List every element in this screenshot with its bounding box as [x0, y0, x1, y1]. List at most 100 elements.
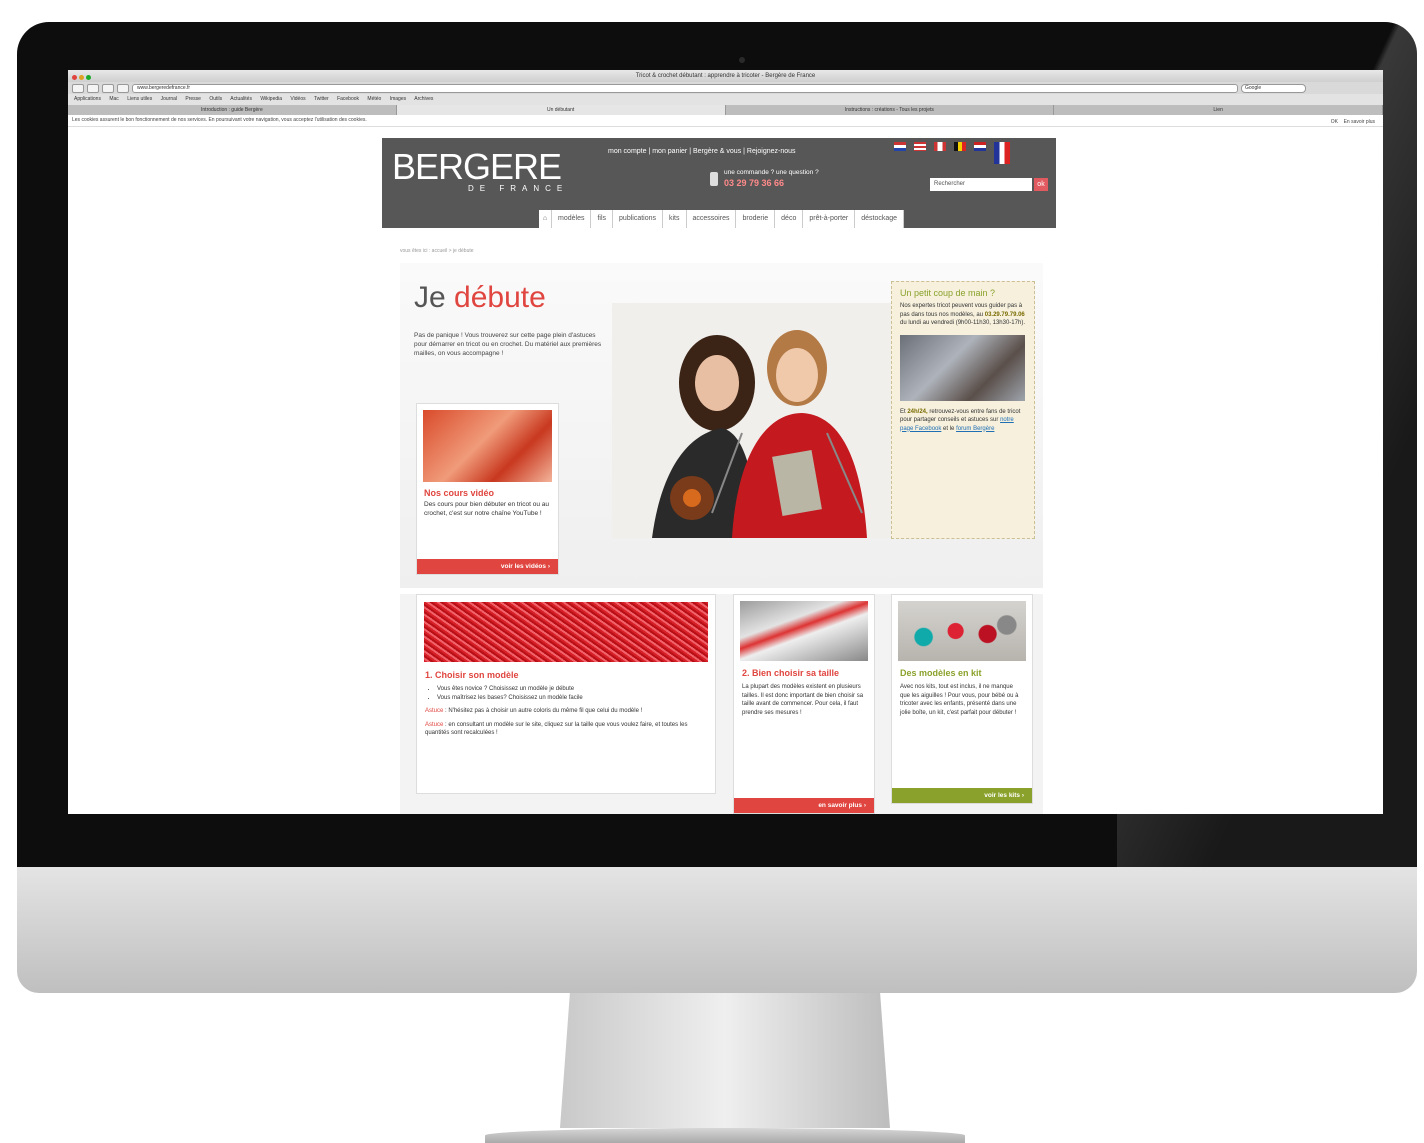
forum-link[interactable]: forum Bergère — [956, 426, 994, 432]
bookmark[interactable]: Météo — [367, 96, 381, 102]
cookie-notice-text: Les cookies assurent le bon fonctionneme… — [72, 117, 367, 123]
red-yarn-image — [424, 602, 708, 662]
page-title-part: Je — [414, 281, 446, 314]
card-list: Vous êtes novice ? Choisissez un modèle … — [425, 685, 707, 702]
bookmark[interactable]: Mac — [109, 96, 118, 102]
home-icon[interactable]: ⌂ — [539, 210, 552, 228]
bookmark[interactable]: Actualités — [230, 96, 252, 102]
nav-item[interactable]: déstockage — [855, 210, 905, 228]
cookie-actions: OK En savoir plus — [1331, 117, 1375, 128]
camera-icon — [739, 57, 745, 63]
zoom-window-icon[interactable] — [86, 75, 91, 80]
language-flags — [894, 142, 1010, 164]
bookmark[interactable]: Facebook — [337, 96, 359, 102]
nav-item[interactable]: prêt-à-porter — [803, 210, 856, 228]
site-search-input[interactable]: Rechercher — [930, 178, 1032, 191]
flag-fr-icon[interactable] — [994, 142, 1010, 164]
minimize-window-icon[interactable] — [79, 75, 84, 80]
phone-icon — [710, 172, 718, 186]
site-logo[interactable]: BERGERE — [392, 149, 562, 185]
cards-section: 1. Choisir son modèle Vous êtes novice ?… — [400, 594, 1043, 814]
browser-search-field[interactable]: Google — [1241, 83, 1306, 93]
card-title: Des modèles en kit — [900, 668, 982, 678]
list-item[interactable]: Vous maîtrisez les bases? Choisissez un … — [437, 694, 707, 703]
flag-ca-icon[interactable] — [934, 142, 946, 151]
see-videos-button[interactable]: voir les vidéos › — [417, 559, 558, 574]
bookmark[interactable]: Archives — [414, 96, 433, 102]
tip-text: : N'hésitez pas à choisir un autre color… — [445, 708, 643, 714]
bookmark[interactable]: Outils — [209, 96, 222, 102]
help-card-text: Nos expertes tricot peuvent vous guider … — [900, 302, 1026, 328]
video-card-text: Des cours pour bien débuter en tricot ou… — [424, 501, 550, 517]
bookmark[interactable]: Vidéos — [290, 96, 305, 102]
help-team-photo — [900, 334, 1025, 401]
nav-item[interactable]: broderie — [736, 210, 776, 228]
nav-item[interactable]: fils — [591, 210, 614, 228]
nav-item[interactable]: déco — [775, 210, 804, 228]
browser-tab[interactable]: Lien — [1054, 105, 1383, 115]
breadcrumb[interactable]: vous êtes ici : accueil > je débute — [400, 248, 474, 254]
video-thumbnail[interactable] — [423, 410, 552, 482]
window-title: Tricot & crochet débutant : apprendre à … — [635, 73, 816, 79]
screen: Tricot & crochet débutant : apprendre à … — [68, 70, 1383, 814]
site-search-button[interactable]: ok — [1034, 178, 1048, 191]
phone-number: 03 29 79 36 66 — [724, 178, 785, 188]
browser-toolbar: www.bergeredefrance.fr Google — [68, 82, 1383, 94]
bookmarks-bar: Applications Mac Liens utiles Journal Pr… — [68, 94, 1383, 105]
nav-item[interactable]: kits — [663, 210, 687, 228]
flag-nl-icon[interactable] — [974, 142, 986, 151]
browser-tabs: Introduction : guide Bergère Un débutant… — [68, 105, 1383, 115]
help-phone: 03.29.79.79.06 — [984, 311, 1025, 318]
nav-item[interactable]: accessoires — [687, 210, 737, 228]
url-bar[interactable]: www.bergeredefrance.fr — [132, 83, 1238, 93]
measuring-tape-image — [740, 601, 868, 661]
card-title: 2. Bien choisir sa taille — [742, 668, 840, 678]
tip-label: Astuce — [425, 721, 444, 728]
bookmark[interactable]: Twitter — [314, 96, 329, 102]
browser-tab[interactable]: Introduction : guide Bergère — [68, 105, 397, 115]
phone-contact: une commande ? une question ? 03 29 79 3… — [710, 168, 819, 188]
bookmark[interactable]: Wikipedia — [260, 96, 282, 102]
cookie-more-link[interactable]: En savoir plus — [1344, 119, 1375, 125]
bookmark[interactable]: Images — [390, 96, 406, 102]
main-nav: ⌂ modèles fils publications kits accesso… — [539, 210, 905, 228]
share-button[interactable] — [102, 83, 114, 93]
help-year: 24h/24, — [907, 408, 928, 415]
learn-more-button[interactable]: en savoir plus › — [734, 798, 874, 813]
tip-1: Astuce : N'hésitez pas à choisir un autr… — [425, 707, 707, 716]
nav-item[interactable]: modèles — [552, 210, 592, 228]
tip-2: Astuce : en consultant un modèle sur le … — [425, 721, 707, 738]
browser-tab[interactable]: Instructions : créations - Tous les proj… — [726, 105, 1055, 115]
page-title: Je débute — [414, 281, 546, 315]
window-titlebar: Tricot & crochet débutant : apprendre à … — [68, 70, 1383, 82]
flag-be-icon[interactable] — [954, 142, 966, 151]
help-card: Un petit coup de main ? Nos expertes tri… — [891, 281, 1035, 539]
tip-label: Astuce — [425, 708, 444, 714]
card-text: Avec nos kits, tout est inclus, il ne ma… — [900, 684, 1019, 716]
website: BERGERE DE FRANCE mon compte | mon panie… — [382, 138, 1056, 814]
bookmark[interactable]: Liens utiles — [127, 96, 152, 102]
list-item[interactable]: Vous êtes novice ? Choisissez un modèle … — [437, 685, 707, 694]
bookmark[interactable]: Journal — [161, 96, 177, 102]
phone-label: une commande ? une question ? — [724, 169, 819, 176]
see-kits-button[interactable]: voir les kits › — [892, 788, 1032, 803]
bookmark[interactable]: Applications — [74, 96, 101, 102]
close-window-icon[interactable] — [72, 75, 77, 80]
tip-text: : en consultant un modèle sur le site, c… — [425, 721, 688, 737]
hero-section: Je débute Pas de panique ! Vous trouvere… — [400, 263, 1043, 588]
site-header: BERGERE DE FRANCE mon compte | mon panie… — [382, 138, 1056, 228]
kits-card: Des modèles en kit Avec nos kits, tout e… — [891, 594, 1033, 804]
account-links[interactable]: mon compte | mon panier | Bergère & vous… — [608, 148, 796, 155]
bookmark[interactable]: Presse — [185, 96, 201, 102]
window-controls — [72, 73, 93, 85]
help-text-part: du lundi au vendredi (9h00-11h30, 13h30-… — [900, 320, 1025, 326]
cookie-ok-button[interactable]: OK — [1331, 119, 1338, 125]
cookie-notice: Les cookies assurent le bon fonctionneme… — [68, 115, 1383, 127]
flag-us-icon[interactable] — [914, 142, 926, 151]
nav-item[interactable]: publications — [613, 210, 663, 228]
video-course-card: Nos cours vidéo Des cours pour bien débu… — [416, 403, 559, 575]
video-card-title[interactable]: Nos cours vidéo — [424, 488, 551, 498]
reload-button[interactable] — [117, 83, 129, 93]
flag-uk-icon[interactable] — [894, 142, 906, 151]
browser-tab[interactable]: Un débutant — [396, 105, 726, 115]
